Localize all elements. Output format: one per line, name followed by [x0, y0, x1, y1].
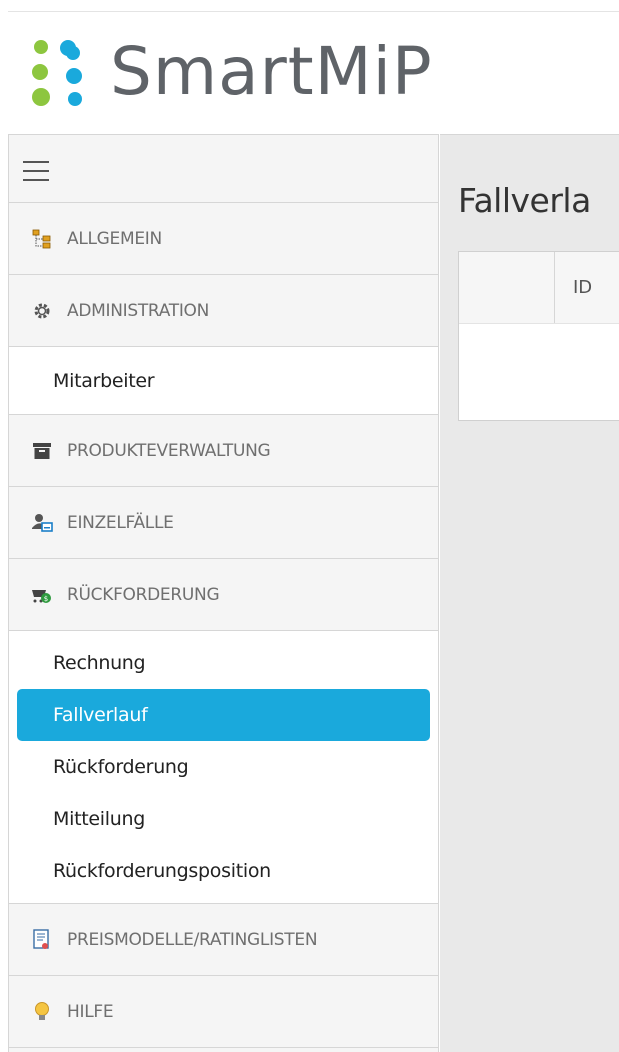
lightbulb-icon: [31, 1001, 53, 1023]
grid-header-row: ID: [459, 252, 619, 324]
person-card-icon: [31, 512, 53, 534]
sidebar: ALLGEMEIN ADMINISTRATION Mitarbeiter PRO…: [8, 134, 439, 1052]
sidebar-item-rueckforderungsposition[interactable]: Rückforderungsposition: [17, 845, 430, 897]
cart-money-icon: $: [31, 584, 53, 606]
sidebar-section-label: EINZELFÄLLE: [67, 512, 174, 533]
grid-header-id[interactable]: ID: [555, 252, 592, 323]
grid-header-cell[interactable]: [459, 252, 555, 323]
hamburger-icon[interactable]: [23, 161, 49, 181]
sidebar-section-label: PRODUKTEVERWALTUNG: [67, 440, 271, 461]
sidebar-item-rechnung[interactable]: Rechnung: [17, 637, 430, 689]
logo-wordmark: SmartMiP: [110, 33, 433, 110]
sidebar-section-label: PREISMODELLE/RATINGLISTEN: [67, 929, 318, 950]
sidebar-item-fallverlauf[interactable]: Fallverlauf: [17, 689, 430, 741]
sidebar-section-label: HILFE: [67, 1001, 114, 1022]
sidebar-section-label: ADMINISTRATION: [67, 300, 210, 321]
sidebar-item-rueckforderung[interactable]: Rückforderung: [17, 741, 430, 793]
sidebar-sublist-administration: Mitarbeiter: [9, 347, 438, 415]
page-title: Fallverla: [458, 181, 591, 220]
sidebar-section-label: RÜCKFORDERUNG: [67, 584, 220, 605]
sidebar-section-rueckforderung[interactable]: $ RÜCKFORDERUNG: [9, 559, 438, 631]
sidebar-item-mitarbeiter[interactable]: Mitarbeiter: [17, 347, 155, 415]
data-grid: ID: [458, 251, 619, 421]
sidebar-item-mitteilung[interactable]: Mitteilung: [17, 793, 430, 845]
sidebar-section-administration[interactable]: ADMINISTRATION: [9, 275, 438, 347]
sidebar-header: [9, 135, 438, 203]
gear-icon: [31, 300, 53, 322]
sidebar-section-hilfe[interactable]: HILFE: [9, 976, 438, 1048]
org-chart-icon: [31, 228, 53, 250]
logo-dots-icon: [28, 38, 104, 110]
top-divider: [8, 11, 619, 12]
smartmip-logo: SmartMiP: [28, 32, 588, 112]
sidebar-section-preismodelle[interactable]: PREISMODELLE/RATINGLISTEN: [9, 904, 438, 976]
sidebar-section-einzelfaelle[interactable]: EINZELFÄLLE: [9, 487, 438, 559]
archive-box-icon: [31, 440, 53, 462]
svg-text:$: $: [44, 595, 48, 603]
sidebar-section-produkteverwaltung[interactable]: PRODUKTEVERWALTUNG: [9, 415, 438, 487]
sidebar-section-allgemein[interactable]: ALLGEMEIN: [9, 203, 438, 275]
sidebar-sublist-rueckforderung: Rechnung Fallverlauf Rückforderung Mitte…: [9, 631, 438, 904]
main-content: Fallverla ID: [440, 134, 619, 1052]
sidebar-section-label: ALLGEMEIN: [67, 228, 162, 249]
document-list-icon: [31, 928, 53, 951]
